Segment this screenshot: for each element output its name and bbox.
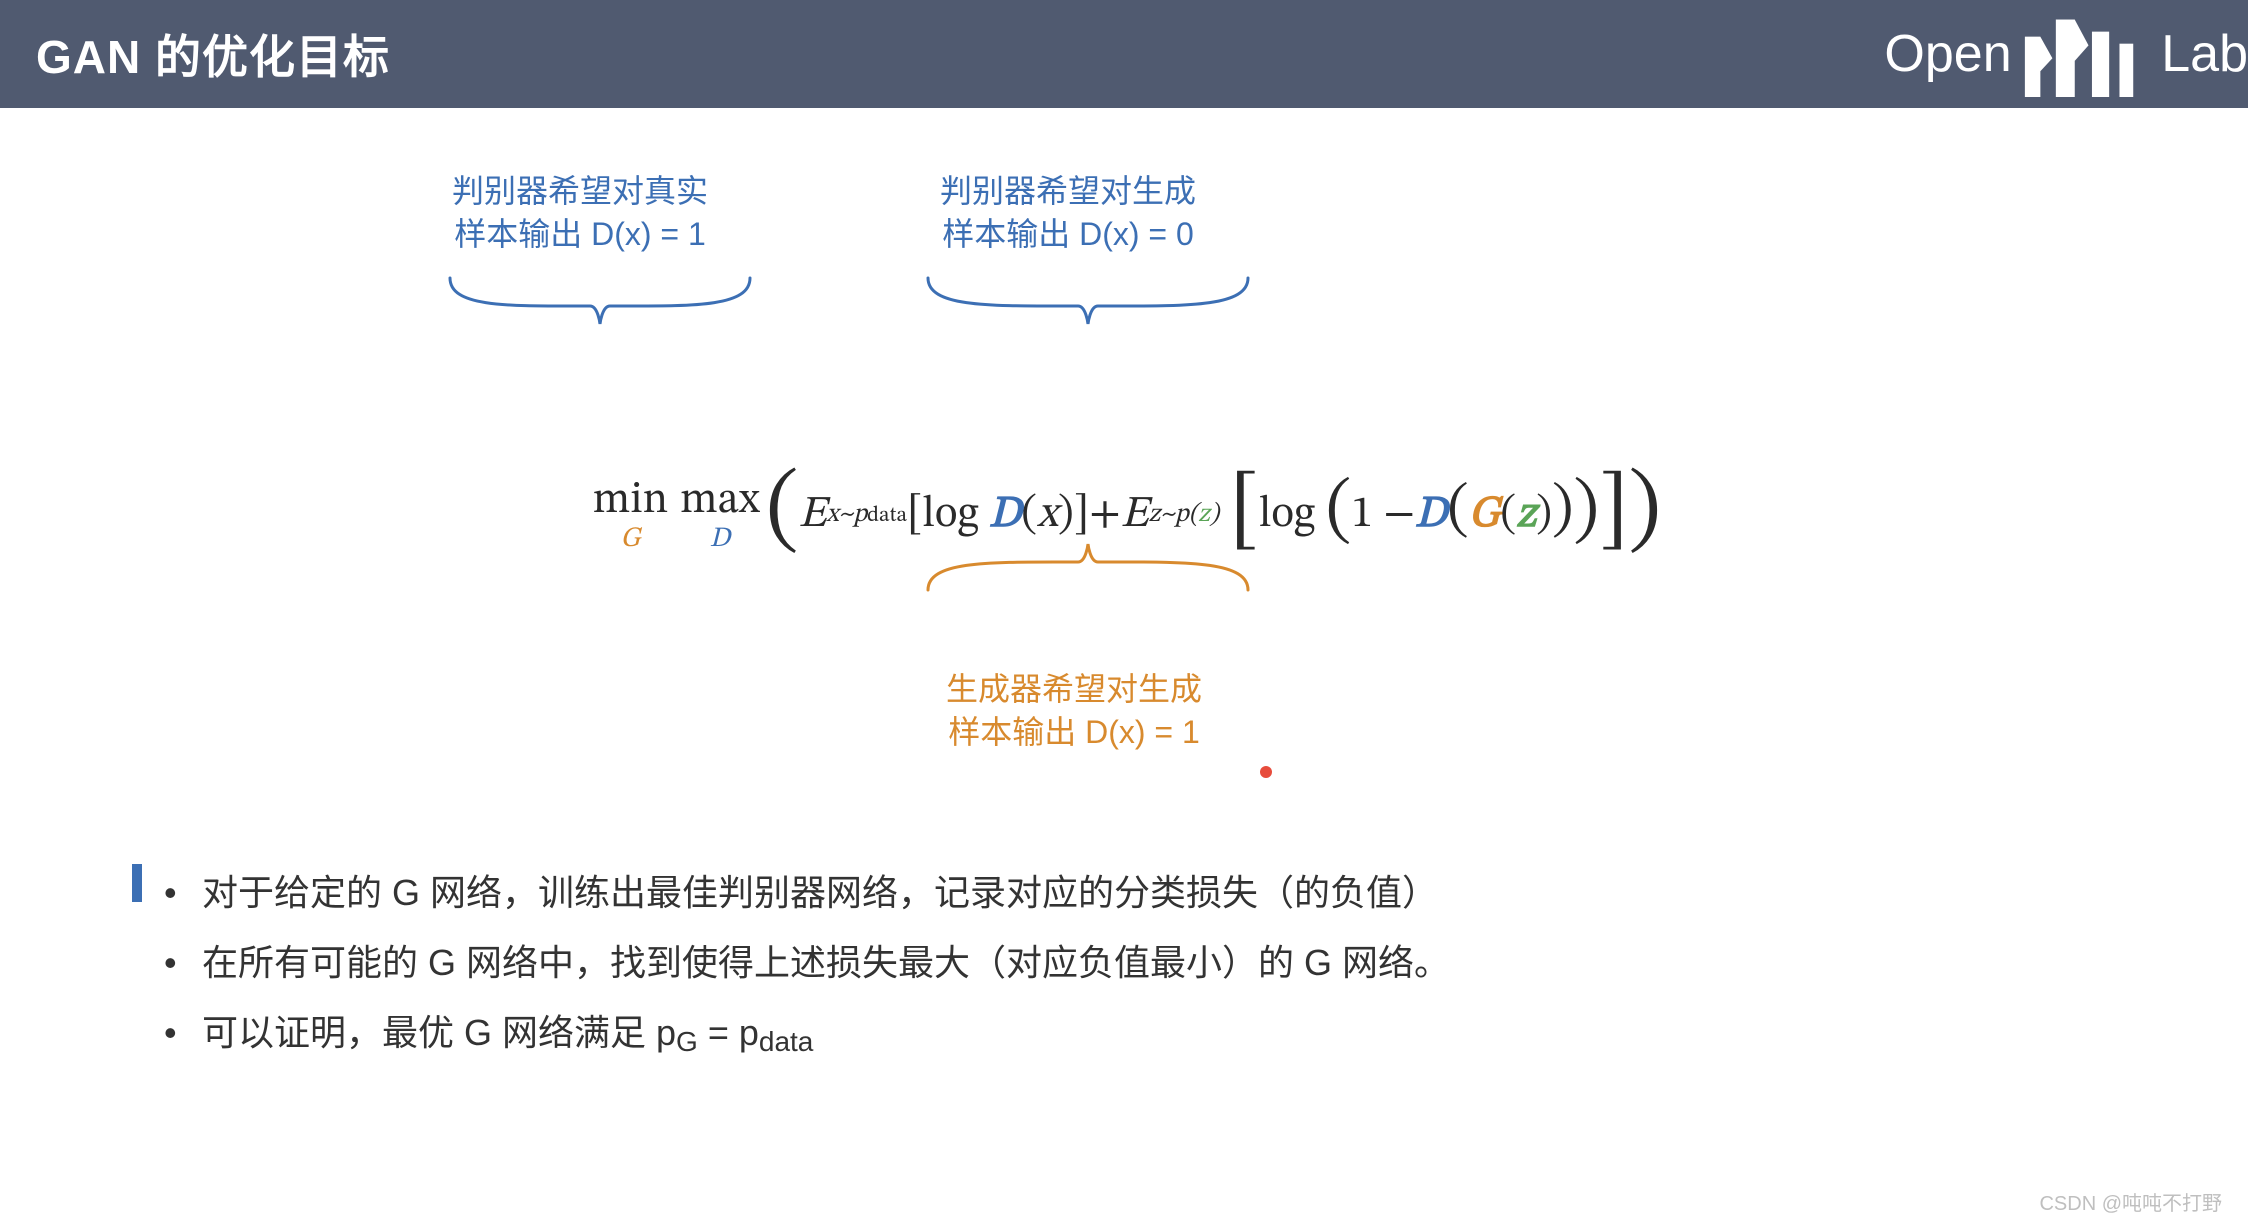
bullet-list: 对于给定的 G 网络，训练出最佳判别器网络，记录对应的分类损失（的负值） 在所有… [150, 858, 1850, 1070]
watermark: CSDN @吨吨不打野 [2039, 1187, 2222, 1216]
annotation-discriminator-fake: 判别器希望对生成 样本输出 D(x) = 0 [940, 170, 1196, 256]
bullet-3: 可以证明，最优 G 网络满足 pG = pdata [150, 998, 1850, 1070]
brand-logo: Open Lab [1884, 0, 2248, 108]
brand-text-left: Open [1884, 24, 2011, 84]
brand-text-right: Lab [2161, 24, 2248, 84]
slide-content: 判别器希望对真实 样本输出 D(x) = 1 判别器希望对生成 样本输出 D(x… [0, 108, 2248, 1230]
max-operator: max D [680, 479, 760, 553]
brace-top-right-icon [918, 268, 1258, 332]
annotation-generator: 生成器希望对生成 样本输出 D(x) = 1 [946, 668, 1202, 754]
bullet-2: 在所有可能的 G 网络中，找到使得上述损失最大（对应负值最小）的 G 网络。 [150, 928, 1850, 998]
brace-top-left-icon [440, 268, 760, 332]
min-operator: min G [593, 479, 668, 553]
expectation-2: E [1121, 488, 1149, 543]
objective-formula: min G max D ( Ex~pdata [log D(x)] + Ez~p… [587, 458, 1662, 573]
annotation-discriminator-real: 判别器希望对真实 样本输出 D(x) = 1 [452, 170, 708, 256]
mm-logo-icon [2018, 11, 2156, 97]
bullet-1: 对于给定的 G 网络，训练出最佳判别器网络，记录对应的分类损失（的负值） [150, 858, 1850, 928]
bullet-accent-bar [132, 864, 142, 902]
laser-pointer-icon [1260, 766, 1272, 778]
slide-title: GAN 的优化目标 [36, 21, 390, 87]
expectation-1: E [799, 488, 827, 543]
slide-header: GAN 的优化目标 Open Lab [0, 0, 2248, 108]
